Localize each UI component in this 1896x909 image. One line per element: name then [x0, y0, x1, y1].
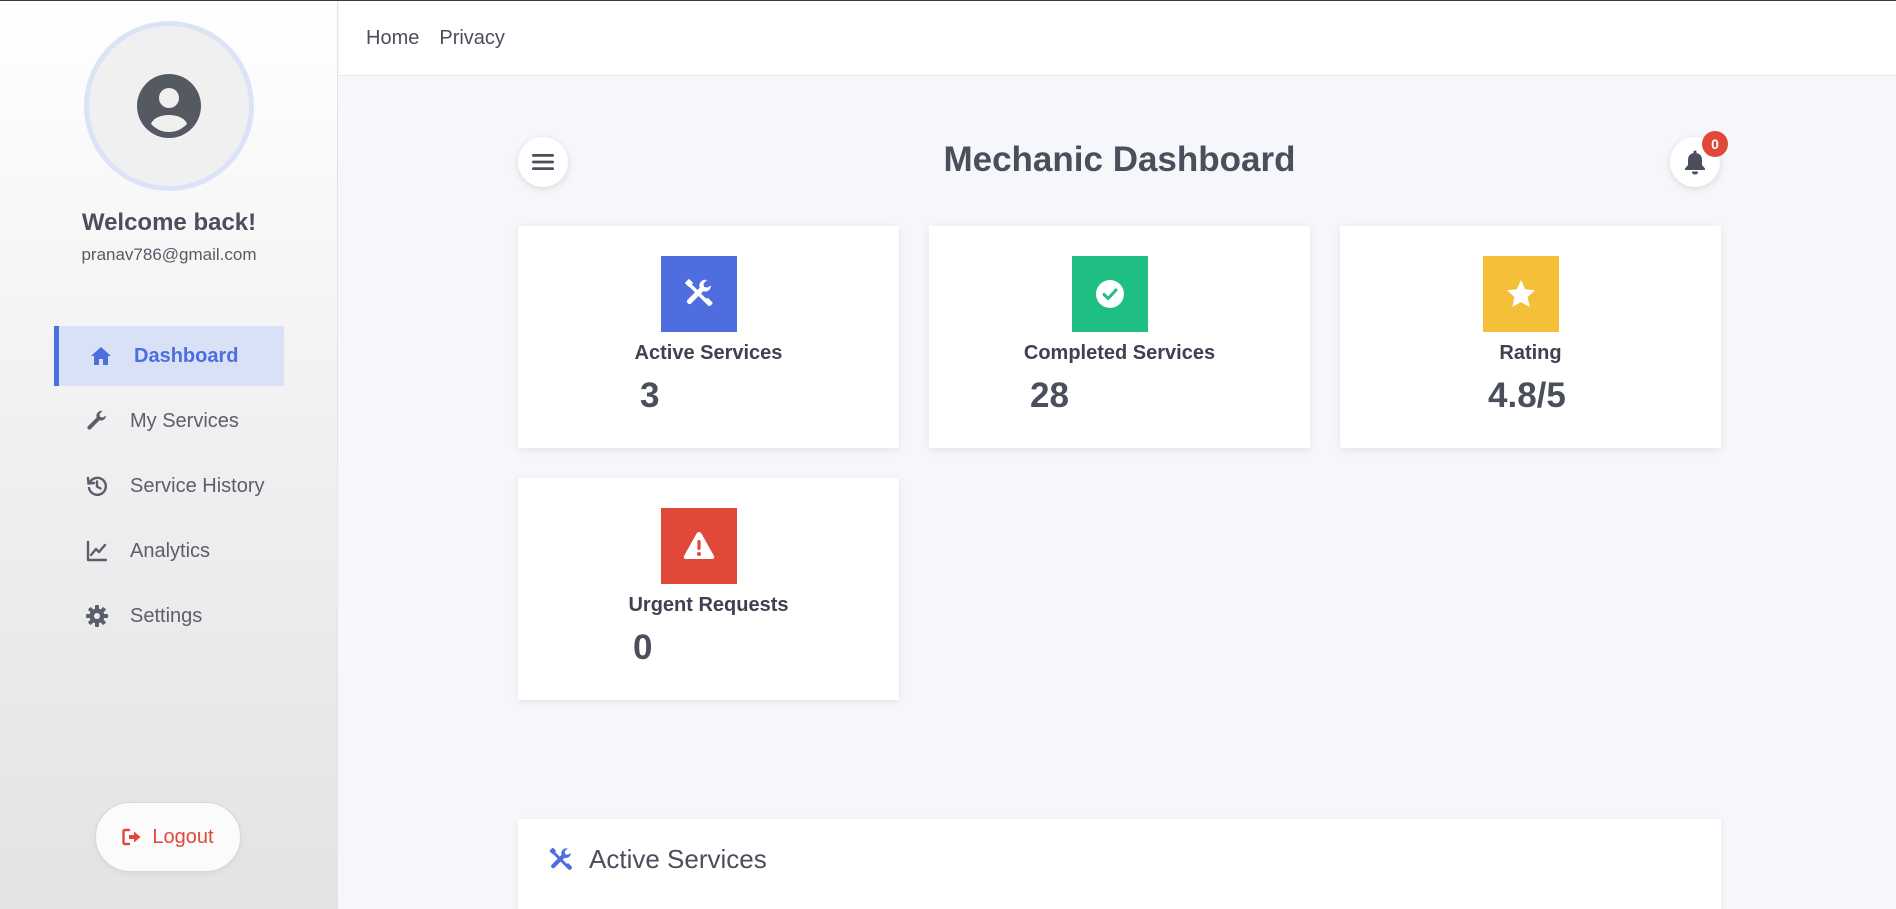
page-title: Mechanic Dashboard [943, 140, 1296, 179]
home-icon [88, 344, 114, 368]
stat-value: 28 [1030, 376, 1069, 415]
stat-value: 4.8/5 [1488, 376, 1566, 415]
stat-value: 3 [640, 376, 660, 415]
sidebar-item-settings[interactable]: Settings [54, 586, 284, 646]
sidebar-item-label: Settings [130, 604, 203, 627]
nav-link-privacy[interactable]: Privacy [439, 27, 505, 50]
stat-tile [661, 508, 737, 584]
stat-value: 0 [633, 628, 653, 667]
stat-tile [1072, 256, 1148, 332]
avatar[interactable] [84, 21, 254, 191]
sidebar-item-analytics[interactable]: Analytics [54, 521, 284, 581]
chart-line-icon [84, 539, 110, 563]
stat-card-urgent-requests[interactable]: Urgent Requests 0 [518, 478, 899, 700]
gear-icon [84, 604, 110, 628]
star-icon [1507, 280, 1535, 307]
check-circle-icon [1096, 280, 1124, 308]
logout-label: Logout [152, 825, 214, 848]
stat-card-completed-services[interactable]: Completed Services 28 [929, 226, 1310, 448]
welcome-text: Welcome back! [81, 209, 257, 236]
top-nav: Home Privacy [339, 1, 1896, 76]
bell-icon [1685, 150, 1705, 175]
stat-tile [661, 256, 737, 332]
sidebar-nav: Dashboard My Services Service History An… [54, 326, 284, 651]
stat-card-rating[interactable]: Rating 4.8/5 [1340, 226, 1721, 448]
user-email: pranav786@gmail.com [81, 245, 257, 264]
history-icon [84, 474, 110, 498]
stat-label: Active Services [634, 342, 783, 364]
sidebar-item-service-history[interactable]: Service History [54, 456, 284, 516]
stat-tile [1483, 256, 1559, 332]
notification-count-badge: 0 [1702, 131, 1728, 157]
tools-icon [549, 847, 573, 870]
stat-label: Completed Services [1023, 342, 1216, 364]
sidebar-item-dashboard[interactable]: Dashboard [54, 326, 284, 386]
sidebar-item-label: Analytics [130, 539, 211, 562]
stat-label: Rating [1499, 342, 1562, 364]
sign-out-icon [122, 828, 141, 846]
logout-button[interactable]: Logout [95, 802, 241, 872]
sidebar-item-label: My Services [130, 409, 239, 432]
tools-icon [685, 279, 713, 306]
panel-heading: Active Services [547, 844, 767, 875]
sidebar: Welcome back! pranav786@gmail.com Dashbo… [0, 1, 338, 909]
panel-title: Active Services [589, 844, 767, 874]
sidebar-item-label: Dashboard [134, 344, 239, 367]
stat-card-active-services[interactable]: Active Services 3 [518, 226, 899, 448]
stat-label: Urgent Requests [628, 594, 789, 616]
sidebar-item-my-services[interactable]: My Services [54, 391, 284, 451]
active-services-panel: Active Services [518, 819, 1721, 909]
sidebar-item-label: Service History [130, 474, 265, 497]
warning-icon [683, 532, 715, 559]
user-circle-icon [137, 74, 201, 138]
wrench-icon [84, 409, 110, 433]
nav-link-home[interactable]: Home [366, 27, 419, 50]
